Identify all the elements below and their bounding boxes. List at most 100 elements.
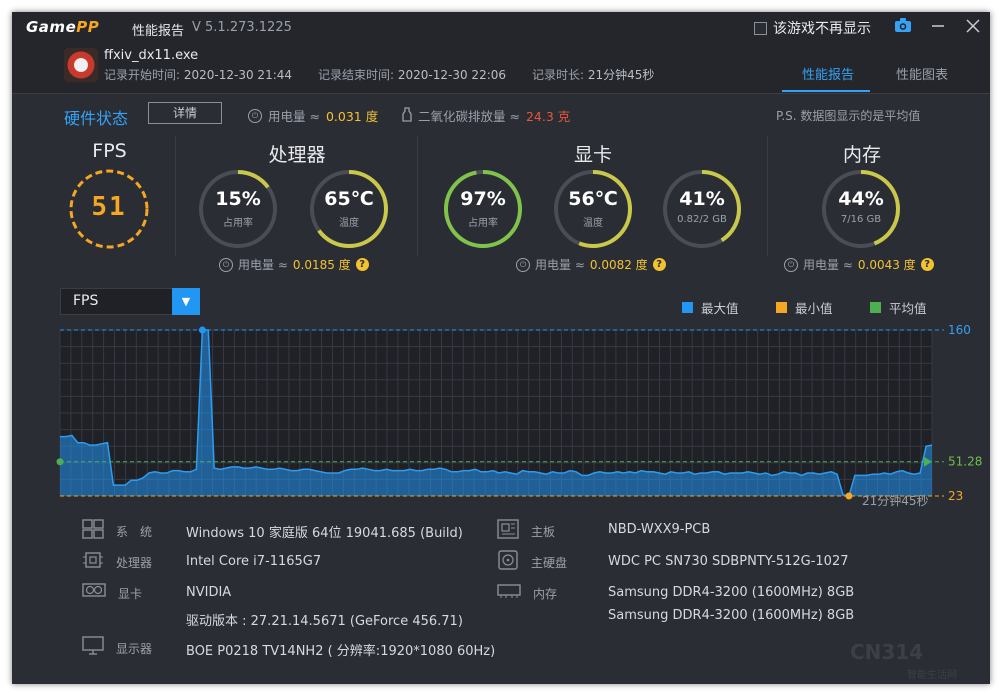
cpu-usage-label: 占用率 — [223, 218, 253, 229]
metric-select[interactable]: FPS ▼ — [60, 288, 200, 315]
min-point — [845, 492, 853, 500]
monitor-icon — [82, 636, 104, 660]
gpu-usage-label: 占用率 — [468, 218, 498, 229]
metric-select-value: FPS — [73, 293, 99, 309]
no-show-checkbox[interactable] — [754, 21, 767, 35]
avg-label: 51.28 — [948, 455, 982, 469]
system-os-row: 系 统 — [82, 519, 186, 543]
system-disk-row: 主硬盘 — [497, 550, 601, 574]
no-show-toggle[interactable]: 该游戏不再显示 — [754, 18, 871, 38]
cpu-temp-value: 65℃ — [324, 188, 374, 210]
cpu-power: ⏻ 用电量 ≈0.0185 度 ? — [219, 256, 369, 273]
cpu-usage-value: 15% — [215, 188, 261, 210]
fps-title: FPS — [92, 140, 127, 162]
gpu-memory-label: 0.82/2 GB — [677, 214, 727, 225]
power-icon: ⏻ — [784, 257, 798, 272]
system-board-value: NBD-WXX9-PCB — [608, 522, 711, 537]
divider — [767, 136, 768, 256]
gpu-memory-gauge: 41% 0.82/2 GB — [661, 168, 743, 250]
system-cpu-row: 处理器 — [82, 550, 186, 574]
co2-icon — [402, 106, 412, 125]
legend-min: 最小值 — [776, 298, 833, 317]
gpu-usage-value: 97% — [460, 188, 506, 210]
chart-duration-label: 21分钟45秒 — [862, 494, 929, 508]
gpu-usage-gauge: 97% 占用率 — [442, 168, 524, 250]
system-board-row: 主板 — [497, 519, 601, 543]
close-icon[interactable] — [962, 17, 984, 39]
game-info-bar: ffxiv_dx11.exe 记录开始时间: 2020-12-30 21:44 … — [12, 44, 990, 94]
cpu-title: 处理器 — [268, 144, 326, 166]
motherboard-icon — [497, 519, 519, 543]
question-icon[interactable]: ? — [652, 258, 666, 271]
legend-avg: 平均值 — [870, 298, 927, 317]
power-icon: ⏻ — [516, 257, 530, 272]
gpu-memory-value: 41% — [679, 188, 725, 210]
cpu-usage-gauge: 15% 占用率 — [197, 168, 279, 250]
gpu-card-icon — [82, 581, 106, 605]
power-icon: ⏻ — [248, 108, 262, 123]
game-icon — [64, 48, 98, 82]
question-icon[interactable]: ? — [355, 258, 369, 271]
record-duration: 记录时长: 21分钟45秒 — [532, 68, 655, 82]
divider — [417, 136, 418, 256]
watermark-subtitle: 智能生活网 — [907, 670, 957, 681]
legend-swatch — [870, 302, 881, 313]
app-version: V 5.1.273.1225 — [192, 20, 292, 35]
ram-power: ⏻ 用电量 ≈0.0043 度 ? — [784, 256, 934, 273]
legend-swatch — [776, 302, 787, 313]
max-point — [198, 326, 206, 334]
gpu-title: 显卡 — [573, 144, 612, 166]
title-bar: GamePP 性能报告 V 5.1.273.1225 该游戏不再显示 — [12, 12, 990, 44]
max-label: 160 — [948, 324, 971, 337]
cpu-temp-gauge: 65℃ 温度 — [308, 168, 390, 250]
ram-title: 内存 — [842, 144, 881, 166]
min-label: 23 — [948, 489, 963, 503]
legend-swatch — [682, 302, 693, 313]
app-logo: GamePP — [26, 18, 100, 36]
system-ram-value-1: Samsung DDR4-3200 (1600MHz) 8GB — [608, 585, 855, 600]
system-disk-value: WDC PC SN730 SDBPNTY-512G-1027 — [608, 554, 849, 569]
divider — [175, 136, 176, 256]
record-end: 记录结束时间: 2020-12-30 22:06 — [318, 68, 507, 82]
active-tab-indicator — [782, 90, 870, 92]
watermark-logo: CN314 — [850, 640, 924, 664]
app-window: GamePP 性能报告 V 5.1.273.1225 该游戏不再显示 ffxiv… — [12, 12, 990, 684]
fps-chart: 160 51.28 23 — [56, 324, 982, 503]
ram-stick-icon — [497, 581, 521, 605]
camera-icon[interactable] — [892, 17, 914, 39]
total-power: ⏻ 用电量 ≈0.031 度 — [248, 106, 378, 125]
system-gpu-row: 显卡 — [82, 581, 188, 605]
legend-max: 最大值 — [682, 298, 739, 317]
hardware-status-title: 硬件状态 — [64, 109, 129, 128]
system-monitor-row: 显示器 — [82, 636, 186, 660]
system-os-value: Windows 10 家庭版 64位 19041.685 (Build) — [186, 526, 463, 541]
co2-emission: 二氧化碳排放量 ≈24.3 克 — [402, 106, 570, 125]
record-start: 记录开始时间: 2020-12-30 21:44 — [104, 68, 293, 82]
gpu-temp-label: 温度 — [583, 218, 603, 229]
fps-value: 51 — [91, 192, 127, 222]
game-exe: ffxiv_dx11.exe — [104, 48, 199, 63]
app-title: 性能报告 — [132, 24, 185, 39]
chevron-down-icon[interactable]: ▼ — [172, 288, 200, 315]
avg-start-point — [56, 458, 64, 466]
minimize-icon[interactable] — [927, 17, 949, 39]
ram-usage-gauge: 44% 7/16 GB — [820, 168, 902, 250]
disk-icon — [497, 550, 519, 574]
cpu-chip-icon — [82, 550, 104, 574]
gpu-temp-gauge: 56℃ 温度 — [552, 168, 634, 250]
power-icon: ⏻ — [219, 257, 233, 272]
ram-usage-value: 44% — [838, 188, 884, 210]
tab-performance-report[interactable]: 性能报告 — [802, 64, 854, 83]
system-gpu-driver: 驱动版本 : 27.21.14.5671 (GeForce 456.71) — [186, 614, 463, 629]
no-show-label: 该游戏不再显示 — [773, 21, 871, 37]
system-gpu-value: NVIDIA — [186, 585, 232, 600]
tab-performance-chart[interactable]: 性能图表 — [896, 64, 948, 83]
system-ram-value-2: Samsung DDR4-3200 (1600MHz) 8GB — [608, 608, 855, 623]
question-icon[interactable]: ? — [920, 258, 934, 271]
detail-button[interactable]: 详情 — [148, 102, 222, 124]
cpu-temp-label: 温度 — [339, 218, 359, 229]
fps-gauge: 51 — [68, 168, 150, 250]
windows-icon — [82, 519, 104, 543]
average-note: P.S. 数据图显示的是平均值 — [776, 109, 921, 123]
ram-usage-label: 7/16 GB — [840, 214, 882, 225]
